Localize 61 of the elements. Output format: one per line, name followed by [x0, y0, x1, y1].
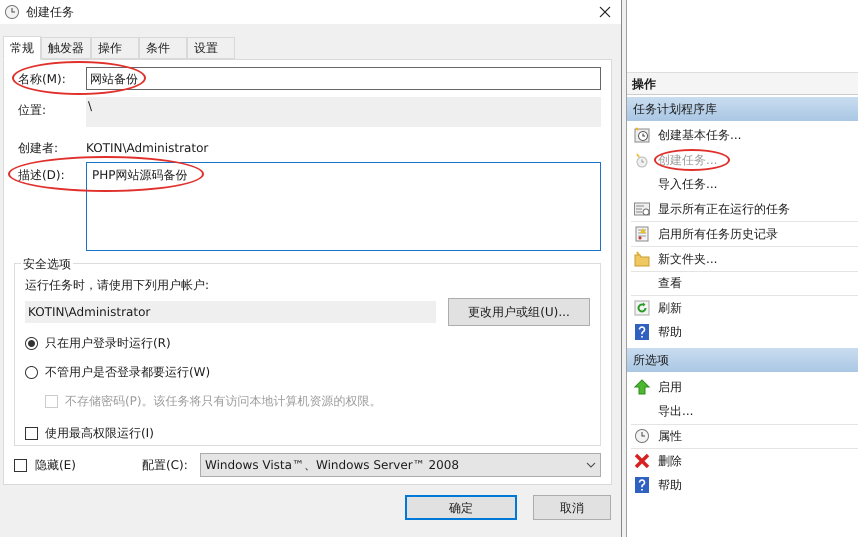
window-title: 创建任务: [26, 4, 74, 21]
option-label: 隐藏(E): [35, 457, 76, 474]
help-icon: [634, 477, 650, 494]
action-link[interactable]: 帮助: [658, 476, 682, 494]
option-label: 不管用户是否登录都要运行(W): [45, 364, 210, 381]
task-list-icon: [634, 201, 650, 218]
dialog-button[interactable]: 确定: [405, 495, 517, 520]
calendar-clock-icon: [634, 127, 650, 144]
option-label: 不存储密码(P)。该任务将只有访问本地计算机资源的权限。: [65, 393, 382, 410]
folder-icon: [634, 250, 650, 267]
pane-header: 操作: [627, 73, 858, 95]
author-value: KOTIN\Administrator: [86, 140, 208, 157]
dialog-button[interactable]: 取消: [533, 495, 611, 520]
name-field[interactable]: 网站备份: [86, 67, 601, 90]
account-field: KOTIN\Administrator: [25, 301, 436, 323]
radio-button[interactable]: [25, 366, 38, 378]
action-link[interactable]: 显示所有正在运行的任务: [658, 200, 790, 218]
account-prompt: 运行任务时，请使用下列用户帐户:: [25, 277, 210, 294]
help-icon: [634, 324, 650, 340]
checkbox[interactable]: [14, 458, 27, 472]
chevron-down-icon: [586, 462, 596, 468]
option-label: 只在用户登录时运行(R): [45, 335, 171, 352]
group-header[interactable]: 所选项: [627, 348, 858, 372]
clock-icon: [634, 428, 650, 444]
field-label: 创建者:: [17, 140, 60, 157]
location-field: \: [86, 97, 601, 127]
action-link[interactable]: 新文件夹...: [658, 250, 718, 268]
action-link[interactable]: 启用所有任务历史记录: [658, 225, 778, 244]
config-dropdown[interactable]: Windows Vista™、Windows Server™ 2008: [200, 453, 601, 477]
clock-icon: [634, 152, 650, 168]
refresh-icon: [634, 300, 650, 316]
action-link[interactable]: 查看: [658, 274, 682, 292]
field-label: 位置:: [17, 102, 48, 119]
change-user-button[interactable]: 更改用户或组(U)...: [448, 298, 590, 326]
close-icon: [599, 6, 611, 18]
action-link[interactable]: 导入任务...: [658, 175, 718, 194]
action-link[interactable]: 刷新: [658, 298, 682, 317]
description-field[interactable]: PHP网站源码备份: [86, 162, 601, 251]
tab[interactable]: 触发器: [41, 37, 91, 59]
field-label: 配置(C):: [142, 457, 189, 474]
tab[interactable]: 条件: [139, 37, 187, 59]
action-link[interactable]: 属性: [658, 427, 682, 446]
action-link[interactable]: 创建基本任务...: [658, 126, 742, 144]
tab[interactable]: 操作: [91, 37, 139, 59]
log-icon: [634, 226, 650, 242]
delete-icon: [634, 452, 650, 469]
tab[interactable]: 设置: [187, 37, 235, 59]
action-link[interactable]: 帮助: [658, 323, 682, 342]
option-label: 使用最高权限运行(I): [45, 425, 154, 442]
action-link[interactable]: 导出...: [658, 402, 694, 420]
group-header[interactable]: 任务计划程序库: [627, 97, 858, 121]
field-label: 名称(M):: [17, 70, 67, 88]
up-arrow-icon: [634, 378, 650, 395]
action-link[interactable]: 删除: [658, 452, 682, 470]
window-clock-icon: [4, 4, 20, 20]
checkbox[interactable]: [25, 426, 38, 440]
tab[interactable]: 常规: [3, 36, 41, 60]
field-label: 描述(D):: [17, 167, 66, 184]
radio-button[interactable]: [25, 336, 38, 350]
group-title: 安全选项: [21, 255, 73, 273]
action-link[interactable]: 启用: [658, 378, 682, 396]
